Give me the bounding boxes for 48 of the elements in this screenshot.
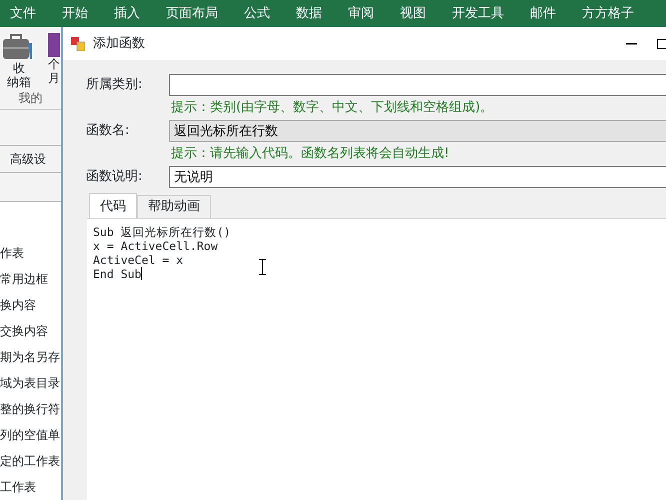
field-label: 函数说明: <box>86 168 144 186</box>
text-cursor-icon <box>259 258 266 274</box>
code-editor[interactable]: Sub 返回光标所在行数() x = ActiveCell.Row ActiveCel = x End Sub <box>87 218 666 500</box>
tab[interactable]: 帮助动画 <box>137 195 211 218</box>
group-label: 我的 <box>0 91 61 110</box>
list-item[interactable]: 列的空值单 <box>0 422 61 448</box>
ribbon-tab[interactable]: 数据 <box>296 0 322 27</box>
ribbon-tab[interactable]: 邮件 <box>530 0 556 27</box>
window-title: 添加函数 <box>93 34 146 53</box>
settings-tab[interactable]: 高级设 <box>0 144 61 173</box>
hint-text: 提示：请先输入代码。函数名列表将会自动生成! <box>170 145 450 163</box>
button-label: 个 <box>48 57 60 72</box>
ribbon-tab[interactable]: 开发工具 <box>452 0 504 27</box>
code-line: Sub 返回光标所在行数() <box>93 224 232 238</box>
list-item[interactable]: 域为表目录 <box>0 370 61 396</box>
input-field[interactable]: 无说明 <box>169 166 666 188</box>
text-caret <box>141 266 142 280</box>
toolbox-label: 收 <box>13 61 25 76</box>
button-label: 月 <box>48 71 60 86</box>
ribbon-tab[interactable]: 公式 <box>244 0 270 27</box>
ribbon-tab[interactable]: 审阅 <box>348 0 374 27</box>
field-label: 函数名: <box>86 122 130 140</box>
readonly-field[interactable]: 返回光标所在行数 <box>169 120 666 142</box>
list-item[interactable]: 换内容 <box>0 292 61 318</box>
ribbon-tab[interactable]: 插入 <box>114 0 140 27</box>
ribbon-tab[interactable]: 视图 <box>400 0 426 27</box>
app-icon <box>71 36 85 50</box>
list-item[interactable]: 工作表 <box>0 474 61 500</box>
ribbon-tab[interactable]: 文件 <box>10 0 36 27</box>
code-line: x = ActiveCell.Row <box>93 238 219 252</box>
ribbon-tab[interactable]: 页面布局 <box>166 0 218 27</box>
list-item[interactable]: 交换内容 <box>0 318 61 344</box>
minimize-icon[interactable] <box>626 42 637 44</box>
maximize-icon[interactable] <box>657 38 666 48</box>
ribbon-tab[interactable]: 方方格子 <box>582 0 634 27</box>
toolbox-label: 纳箱 <box>7 75 31 90</box>
list-item[interactable]: 作表 <box>0 240 61 266</box>
code-line: End Sub <box>93 266 142 280</box>
list-item[interactable]: 常用边框 <box>0 266 61 292</box>
hint-text: 提示：类别(由字母、数字、中文、下划线和空格组成)。 <box>170 99 494 117</box>
field-label: 所属类别: <box>86 76 144 94</box>
ribbon-tab[interactable]: 开始 <box>62 0 88 27</box>
input-field[interactable] <box>169 74 666 96</box>
code-line: ActiveCel = x <box>93 252 184 266</box>
list-item[interactable]: 定的工作表 <box>0 448 61 474</box>
list-item[interactable]: 期为名另存 <box>0 344 61 370</box>
list-item[interactable]: 整的换行符 <box>0 396 61 422</box>
tab[interactable]: 代码 <box>89 193 137 218</box>
